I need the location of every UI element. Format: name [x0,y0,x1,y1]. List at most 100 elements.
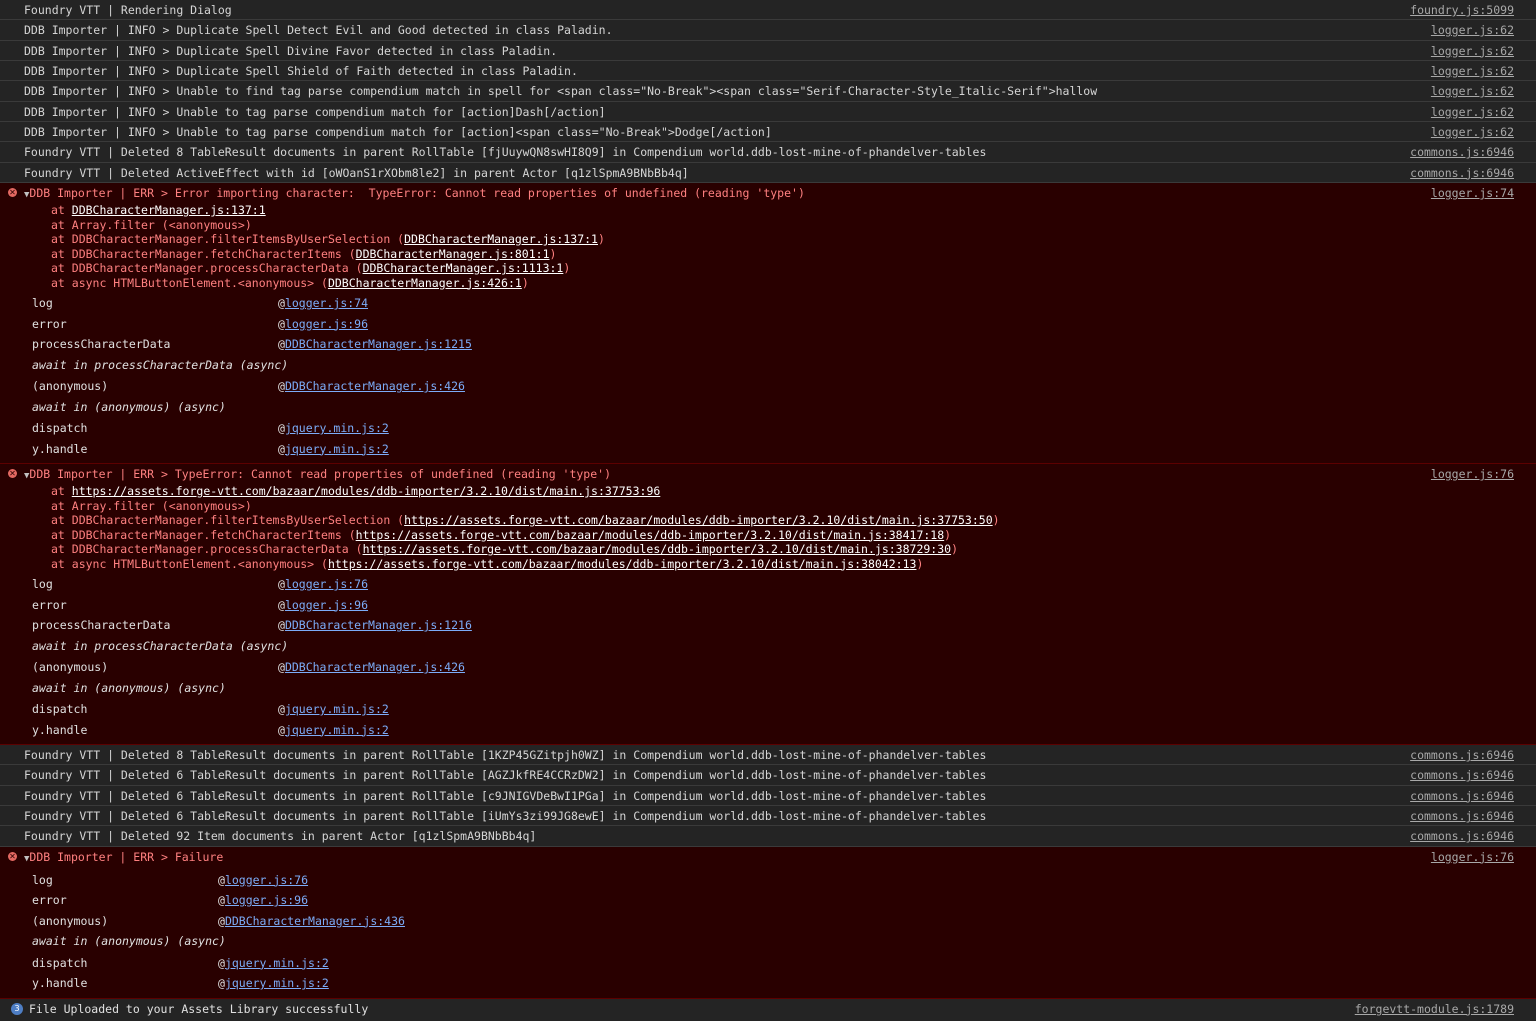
source-link[interactable]: commons.js:6946 [1410,786,1514,806]
frame-name: log [32,296,53,311]
source-link[interactable]: commons.js:6946 [1410,163,1514,183]
frame-location: @logger.js:96 [278,314,368,334]
stack-link[interactable]: https://assets.forge-vtt.com/bazaar/modu… [363,542,952,556]
source-link[interactable]: foundry.js:5099 [1410,0,1514,20]
call-frame: dispatch @jquery.min.js:2 [0,418,1536,439]
source-link[interactable]: forgevtt-module.js:1789 [1355,999,1514,1020]
source-link[interactable]: logger.js:62 [1431,41,1514,61]
at-sign: @ [218,955,225,970]
async-frame: await in processCharacterData (async) [0,636,1536,658]
frame-name: (anonymous) [32,379,109,394]
frame-link[interactable]: jquery.min.js:2 [285,442,389,456]
console-log: Foundry VTT | Rendering Dialog foundry.js… [0,0,1536,1021]
log-message-text[interactable]: Foundry VTT | Deleted 8 TableResult docu… [24,748,986,762]
frame-location: @logger.js:76 [218,870,308,890]
source-link[interactable]: logger.js:76 [1431,847,1514,867]
stack-prefix: at DDBCharacterManager.processCharacterD… [51,261,363,276]
stack-prefix: at DDBCharacterManager.processCharacterD… [51,542,363,557]
frame-location: @jquery.min.js:2 [278,720,389,740]
source-link[interactable]: logger.js:62 [1431,102,1514,122]
stack-link[interactable]: DDBCharacterManager.js:137:1 [72,203,266,217]
async-frame: await in (anonymous) (async) [0,931,1536,953]
call-frame: error @logger.js:96 [0,314,1536,335]
stack-line: at DDBCharacterManager.filterItemsByUser… [0,232,1536,247]
frame-link[interactable]: logger.js:74 [285,296,368,310]
stack-prefix: at DDBCharacterManager.fetchCharacterIte… [51,246,356,261]
log-message-text[interactable]: DDB Importer | INFO > Unable to tag pars… [24,125,772,139]
frame-link[interactable]: logger.js:96 [285,598,368,612]
source-link[interactable]: logger.js:62 [1431,81,1514,101]
log-message-text[interactable]: File Uploaded to your Assets Library suc… [29,1002,368,1016]
frame-link[interactable]: jquery.min.js:2 [285,702,389,716]
error-header[interactable]: ✕ ▼DDB Importer | ERR > Error importing c… [0,183,1536,203]
frame-link[interactable]: jquery.min.js:2 [225,976,329,990]
frame-link[interactable]: jquery.min.js:2 [285,421,389,435]
source-link[interactable]: commons.js:6946 [1410,765,1514,785]
frame-name: error [32,893,67,908]
source-link[interactable]: logger.js:62 [1431,20,1514,40]
stack-link[interactable]: DDBCharacterManager.js:137:1 [404,232,598,246]
log-message-text[interactable]: Foundry VTT | Rendering Dialog [24,3,232,17]
stack-link[interactable]: https://assets.forge-vtt.com/bazaar/modu… [356,528,945,542]
error-header[interactable]: ✕ ▼DDB Importer | ERR > TypeError: Cannot… [0,464,1536,484]
call-frame: (anonymous) @DDBCharacterManager.js:426 [0,657,1536,678]
frame-name: dispatch [32,702,88,717]
stack-prefix: at [51,203,72,218]
stack-link[interactable]: https://assets.forge-vtt.com/bazaar/modu… [328,557,917,571]
log-message-row: Foundry VTT | Rendering Dialog foundry.js… [0,0,1536,21]
frame-link[interactable]: logger.js:76 [225,873,308,887]
stack-trace: at https://assets.forge-vtt.com/bazaar/m… [0,484,1536,571]
log-message-row: DDB Importer | INFO > Duplicate Spell Di… [0,41,1536,62]
source-link[interactable]: logger.js:74 [1431,183,1514,203]
stack-link[interactable]: DDBCharacterManager.js:426:1 [328,276,522,290]
stack-line: at DDBCharacterManager.processCharacterD… [0,542,1536,557]
frame-link[interactable]: jquery.min.js:2 [225,956,329,970]
log-message-text[interactable]: DDB Importer | INFO > Duplicate Spell Di… [24,44,557,58]
log-message-text[interactable]: Foundry VTT | Deleted 92 Item documents … [24,829,536,843]
stack-link[interactable]: https://assets.forge-vtt.com/bazaar/modu… [72,484,661,498]
frame-name: await in processCharacterData (async) [32,357,289,372]
log-message-text[interactable]: Foundry VTT | Deleted 6 TableResult docu… [24,768,986,782]
frame-name: await in (anonymous) (async) [32,680,226,695]
stack-link[interactable]: https://assets.forge-vtt.com/bazaar/modu… [404,513,993,527]
frame-link[interactable]: DDBCharacterManager.js:1216 [285,618,472,632]
source-link[interactable]: commons.js:6946 [1410,826,1514,846]
log-message-text[interactable]: Foundry VTT | Deleted ActiveEffect with … [24,166,689,180]
stack-prefix: at Array.filter (<anonymous>) [51,498,252,513]
log-message-text[interactable]: DDB Importer | INFO > Unable to find tag… [24,84,1097,98]
frame-link[interactable]: DDBCharacterManager.js:1215 [285,337,472,351]
log-message-text[interactable]: Foundry VTT | Deleted 6 TableResult docu… [24,809,986,823]
call-frame: y.handle @jquery.min.js:2 [0,439,1536,460]
frame-link[interactable]: logger.js:96 [225,893,308,907]
frame-link[interactable]: DDBCharacterManager.js:426 [285,660,465,674]
log-message-text[interactable]: Foundry VTT | Deleted 8 TableResult docu… [24,145,986,159]
source-link[interactable]: logger.js:62 [1431,122,1514,142]
source-link[interactable]: commons.js:6946 [1410,745,1514,765]
frame-link[interactable]: jquery.min.js:2 [285,723,389,737]
frame-link[interactable]: logger.js:96 [285,317,368,331]
frame-link[interactable]: DDBCharacterManager.js:426 [285,379,465,393]
log-message-row: Foundry VTT | Deleted 6 TableResult docu… [0,765,1536,786]
source-link[interactable]: commons.js:6946 [1410,142,1514,162]
call-frame: processCharacterData @DDBCharacterManager… [0,615,1536,636]
frame-location: @DDBCharacterManager.js:1215 [278,334,472,354]
stack-line: at DDBCharacterManager.processCharacterD… [0,261,1536,276]
stack-link[interactable]: DDBCharacterManager.js:1113:1 [363,261,564,275]
source-link[interactable]: logger.js:62 [1431,61,1514,81]
log-message-text[interactable]: DDB Importer | INFO > Duplicate Spell Sh… [24,64,578,78]
log-message-text[interactable]: DDB Importer | INFO > Duplicate Spell De… [24,23,613,37]
error-header[interactable]: ✕ ▼DDB Importer | ERR > Failure logger.js:… [0,847,1536,867]
source-link[interactable]: logger.js:76 [1431,464,1514,484]
frame-link[interactable]: logger.js:76 [285,577,368,591]
stack-line: at DDBCharacterManager.fetchCharacterIte… [0,247,1536,262]
frame-location: @logger.js:76 [278,574,368,594]
stack-suffix: ) [563,261,571,276]
log-message-row: Foundry VTT | Deleted 6 TableResult docu… [0,786,1536,807]
error-icon: ✕ [8,469,17,479]
log-message-text[interactable]: Foundry VTT | Deleted 6 TableResult docu… [24,789,986,803]
at-sign: @ [218,976,225,991]
log-message-text[interactable]: DDB Importer | INFO > Unable to tag pars… [24,105,606,119]
frame-link[interactable]: DDBCharacterManager.js:436 [225,914,405,928]
source-link[interactable]: commons.js:6946 [1410,806,1514,826]
stack-link[interactable]: DDBCharacterManager.js:801:1 [356,247,550,261]
